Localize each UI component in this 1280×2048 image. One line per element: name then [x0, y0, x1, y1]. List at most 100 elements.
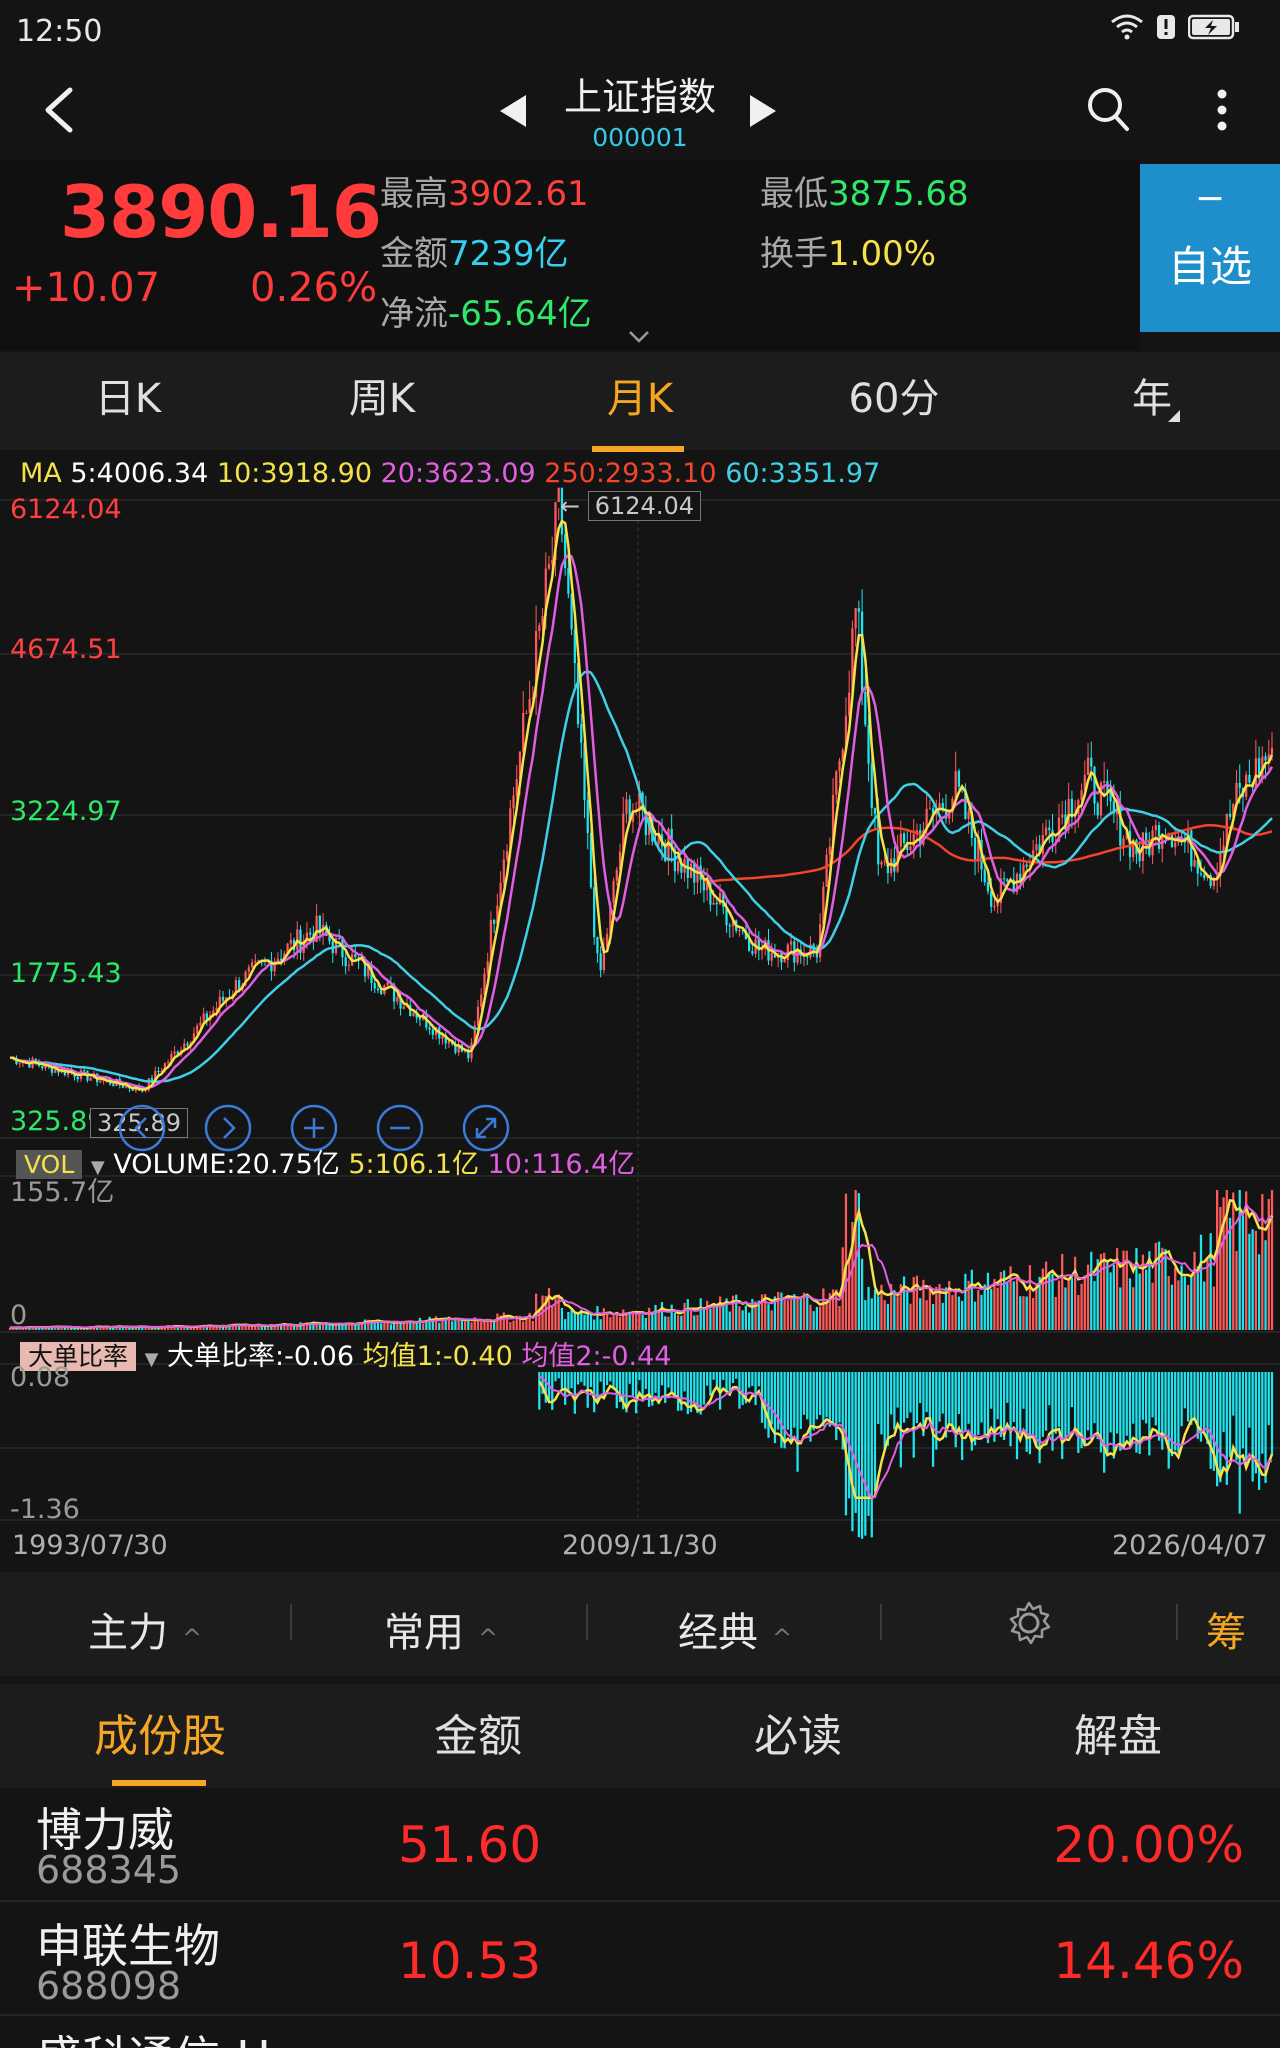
big-order-bar — [1115, 1372, 1119, 1434]
tab-60-min[interactable]: 60分 — [814, 366, 974, 424]
candle-body — [173, 1051, 176, 1054]
volume-bar — [819, 1306, 822, 1330]
volume-bar — [741, 1310, 744, 1330]
remove-favorite-button[interactable]: − 自选 — [1140, 164, 1280, 332]
volume-bar — [961, 1300, 964, 1330]
volume-bar — [1032, 1297, 1035, 1330]
toolbar-common[interactable]: 常用 ^ — [384, 1600, 498, 1658]
big-order-bar — [783, 1372, 786, 1449]
candle-body — [854, 608, 857, 629]
big-order-bar — [676, 1372, 680, 1411]
volume-bar — [238, 1325, 241, 1330]
big-order-dropdown-icon[interactable]: ▼ — [145, 1349, 159, 1370]
minus-icon: − — [1194, 178, 1226, 219]
search-icon[interactable] — [1086, 86, 1130, 132]
header-title-block: 上证指数 000001 — [500, 66, 780, 152]
big-order-bar — [609, 1372, 612, 1382]
volume-bar — [699, 1298, 702, 1330]
amount-stat: 金额7239亿 — [380, 226, 569, 275]
candle-body — [1048, 827, 1051, 831]
big-order-bar — [1077, 1372, 1080, 1453]
more-menu-icon[interactable] — [1212, 88, 1232, 132]
big-order-indicator-header: 大单比率 ▼ 大单比率:-0.06 均值1:-0.40 均值2:-0.44 — [20, 1334, 671, 1373]
big-order-bar — [941, 1372, 944, 1414]
candle-body — [221, 996, 225, 1001]
volume-bar — [1054, 1296, 1057, 1330]
table-row[interactable]: 盛科通信-U — [0, 2018, 1280, 2048]
big-order-bar — [576, 1372, 580, 1385]
tab-must-read[interactable]: 必读 — [678, 1700, 918, 1764]
big-order-bar — [602, 1372, 606, 1396]
candle-body — [693, 863, 696, 883]
candle-body — [196, 1025, 199, 1034]
tab-year[interactable]: 年 — [1072, 366, 1232, 424]
big-order-bar — [1096, 1372, 1099, 1440]
tab-amount[interactable]: 金额 — [358, 1700, 598, 1764]
table-row[interactable]: 博力威 688345 51.60 20.00% — [0, 1790, 1280, 1900]
volume-bar — [860, 1258, 864, 1330]
candle-body — [376, 988, 380, 991]
battery-icon — [1188, 14, 1239, 40]
tab-analysis[interactable]: 解盘 — [998, 1700, 1238, 1764]
tab-month-k[interactable]: 月K — [560, 366, 720, 424]
volume-bar — [567, 1312, 570, 1330]
expand-chevron-icon[interactable] — [628, 330, 650, 344]
volume-bar — [512, 1320, 515, 1330]
tab-constituents[interactable]: 成份股 — [40, 1700, 280, 1764]
candle-body — [547, 564, 551, 569]
kline-chart[interactable] — [0, 480, 1280, 1580]
candle-body — [99, 1080, 102, 1083]
volume-bar — [822, 1288, 825, 1330]
back-arrow-icon[interactable] — [40, 86, 80, 134]
volume-bar — [777, 1291, 780, 1330]
volume-bar — [1199, 1234, 1203, 1330]
table-row[interactable]: 申联生物 688098 10.53 14.46% — [0, 1906, 1280, 2016]
stock-code: 688345 — [36, 1848, 182, 1892]
big-order-bar — [893, 1372, 896, 1430]
tab-week-k[interactable]: 周K — [302, 366, 462, 424]
big-order-bar — [1073, 1372, 1077, 1434]
big-order-bar — [693, 1372, 696, 1402]
active-stock-tab-underline — [112, 1780, 206, 1786]
volume-ma10: 10:116.4亿 — [487, 1149, 636, 1180]
big-order-axis-min: -1.36 — [10, 1494, 80, 1525]
volume-bar — [1167, 1276, 1170, 1330]
volume-bar — [931, 1303, 935, 1330]
volume-bar — [928, 1285, 931, 1330]
volume-bar — [431, 1320, 434, 1330]
toolbar-main-force[interactable]: 主力 ^ — [88, 1600, 202, 1658]
volume-bar — [647, 1307, 651, 1330]
candle-body — [867, 724, 870, 764]
volume-bar — [877, 1296, 880, 1330]
tab-day-k[interactable]: 日K — [48, 366, 208, 424]
big-order-bar — [747, 1372, 751, 1388]
page-title: 上证指数 — [563, 75, 716, 119]
volume-bar — [1106, 1260, 1109, 1330]
big-order-bar — [789, 1372, 793, 1445]
big-order-bar — [822, 1372, 825, 1427]
volume-bar — [1132, 1287, 1135, 1330]
volume-bar — [686, 1299, 689, 1330]
candle-body — [522, 713, 525, 752]
toolbar-classic[interactable]: 经典 ^ — [678, 1600, 792, 1658]
next-index-arrow-icon[interactable] — [750, 95, 776, 127]
big-order-bar — [996, 1372, 999, 1420]
big-order-bar — [1132, 1372, 1135, 1424]
candle-body — [586, 800, 589, 833]
candle-body — [309, 932, 312, 935]
volume-bar — [1203, 1281, 1206, 1330]
volume-bar — [1144, 1269, 1148, 1330]
volume-bar — [1209, 1233, 1212, 1330]
volume-bar — [586, 1314, 589, 1330]
big-order-bar — [628, 1372, 631, 1384]
big-order-bar — [909, 1372, 912, 1413]
big-order-bar — [931, 1372, 935, 1467]
candle-body — [1086, 757, 1090, 775]
big-order-bar — [802, 1372, 806, 1415]
chip-distribution-button[interactable]: 筹 — [1206, 1600, 1246, 1658]
volume-ma-line — [9, 1198, 1274, 1330]
candle-body — [1025, 864, 1028, 867]
volume-bar — [886, 1303, 890, 1330]
candle-body — [751, 951, 754, 954]
settings-gear-icon[interactable] — [1006, 1600, 1052, 1646]
